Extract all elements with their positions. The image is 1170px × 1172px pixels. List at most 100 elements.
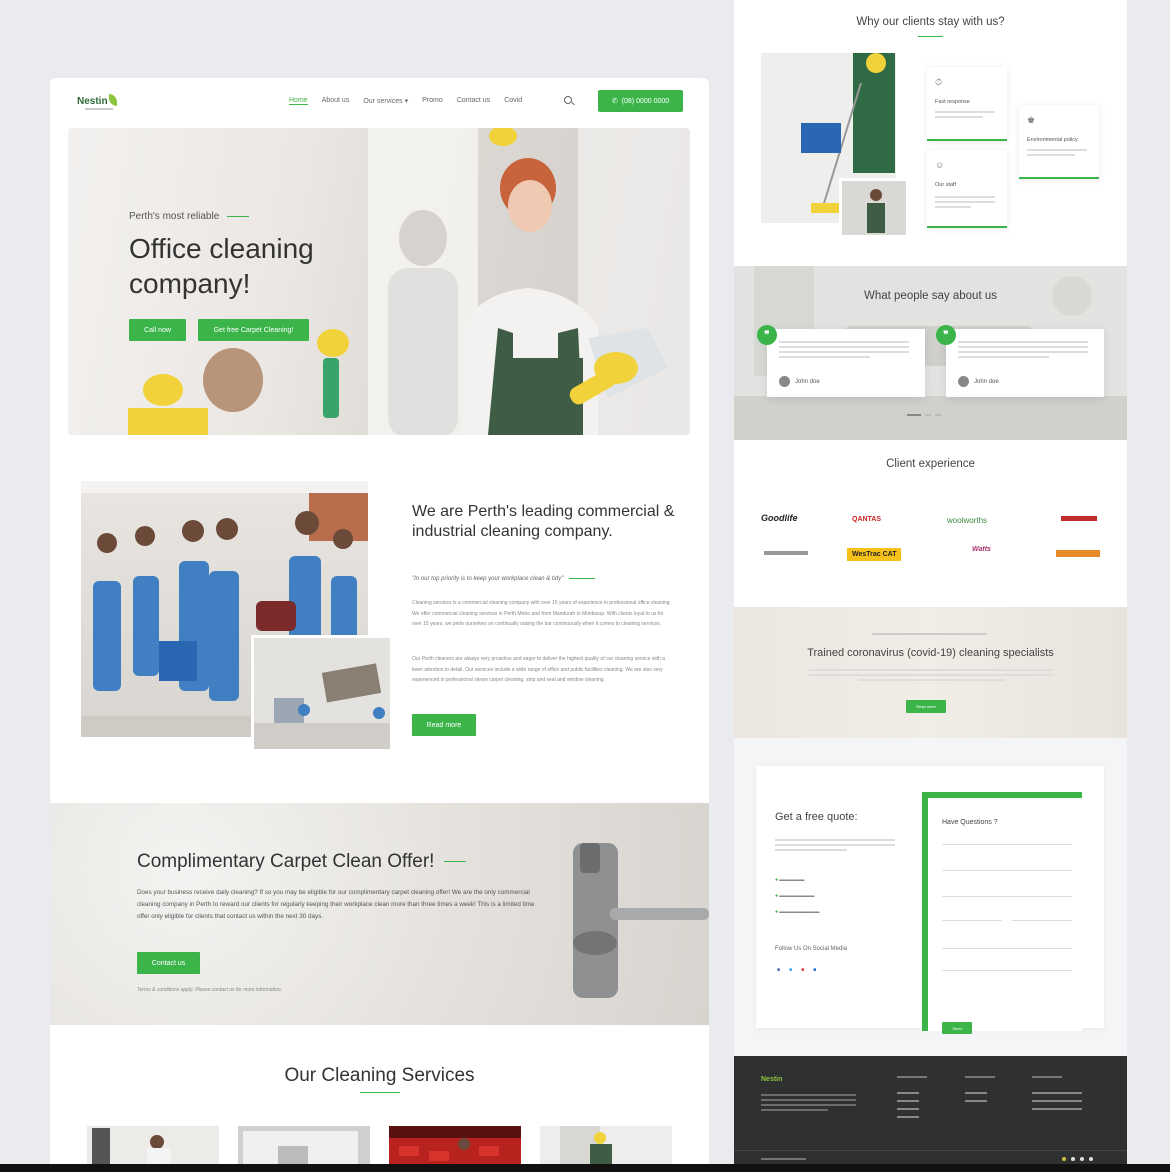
services-underline: [360, 1092, 400, 1093]
our-staff-card: ☺ Our staff: [927, 150, 1007, 228]
youtube-icon[interactable]: ■: [801, 967, 804, 973]
linkedin-icon[interactable]: [1089, 1157, 1093, 1161]
footer-col-links: [897, 1076, 927, 1081]
nav-about[interactable]: About us: [322, 97, 350, 105]
about-paragraph-1: Cleaning services is a commercial cleani…: [412, 600, 671, 627]
twitter-icon[interactable]: ■: [789, 967, 792, 973]
social-links: ■ ■ ■ ■: [777, 967, 816, 973]
call-button[interactable]: ✆ (08) 0000 0000: [598, 90, 683, 112]
email-field[interactable]: [942, 870, 1072, 871]
about-paragraph-2: Our Perth cleaners are always very proac…: [412, 656, 665, 683]
read-more-button[interactable]: Read more: [412, 714, 476, 736]
landing-page-main: Nestin Home About us Our services ▾ Prom…: [50, 78, 709, 1172]
covid-section: Trained coronavirus (covid-19) cleaning …: [734, 607, 1127, 738]
testimonial-name-1: John doe: [795, 379, 820, 385]
carpet-offer-section: Complimentary Carpet Clean Offer! Does y…: [50, 803, 709, 1025]
slider-dots[interactable]: [907, 414, 941, 416]
youtube-icon[interactable]: [1080, 1157, 1084, 1161]
client-logo-woolworths: woolworths: [947, 516, 988, 525]
footer-about: [761, 1094, 856, 1114]
name-field[interactable]: [942, 844, 1072, 845]
nav-promo[interactable]: Promo: [422, 97, 443, 105]
free-carpet-button[interactable]: Get free Carpet Cleaning!: [198, 319, 309, 341]
social-title: Follow Us On Social Media: [775, 946, 848, 952]
staff-icon: ☺: [935, 160, 945, 170]
twitter-icon[interactable]: [1071, 1157, 1075, 1161]
quote-section: Get a free quote: ● ▬▬▬▬▬ ● ▬▬▬▬▬▬▬ ● ▬▬…: [734, 738, 1127, 1056]
message-field[interactable]: [942, 970, 1072, 971]
client-logo-watts: Watts: [972, 546, 991, 553]
phone-field[interactable]: [942, 896, 1072, 897]
footer-contact-list[interactable]: [1032, 1092, 1082, 1113]
client-logo-qantas: QANTAS: [852, 516, 882, 523]
footer: Nestin: [734, 1056, 1127, 1172]
footer-area-list[interactable]: [965, 1092, 987, 1105]
quote-icon: ❞: [936, 325, 956, 345]
footer-logo[interactable]: Nestin: [761, 1076, 782, 1083]
about-title: We are Perth's leading commercial & indu…: [412, 503, 675, 540]
about-quote: "In our top priority is to keep your wor…: [412, 576, 595, 582]
phone-icon: ✆: [611, 98, 618, 105]
testimonial-text-2: [958, 341, 1088, 361]
why-title: Why our clients stay with us?: [856, 16, 1005, 28]
service-field[interactable]: [942, 948, 1072, 949]
office-illustration: [254, 638, 390, 749]
nav-contact[interactable]: Contact us: [457, 97, 490, 105]
covid-kicker: [872, 633, 987, 635]
send-button[interactable]: Send: [942, 1022, 972, 1034]
postcode-field[interactable]: [1012, 920, 1072, 921]
copyright: [761, 1158, 806, 1163]
logo[interactable]: Nestin: [77, 94, 117, 107]
testimonial-text-1: [779, 341, 909, 361]
fast-response-label: Fast response: [935, 99, 970, 105]
search-icon[interactable]: [564, 96, 572, 104]
main-menu: Home About us Our services ▾ Promo Conta…: [289, 97, 522, 105]
covid-text: [809, 669, 1054, 684]
testimonial-name-2: John doe: [974, 379, 999, 385]
quote-title: Get a free quote:: [775, 811, 858, 823]
email-row[interactable]: ● ▬▬▬▬▬▬▬: [775, 888, 819, 904]
why-section: Why our clients stay with us? ⏱ Fast res…: [734, 0, 1127, 266]
landing-page-continuation: Why our clients stay with us? ⏱ Fast res…: [734, 0, 1127, 1172]
phone-row[interactable]: ● ▬▬▬▬▬: [775, 872, 819, 888]
logo-tagline: [85, 108, 113, 110]
trophy-icon: ♚: [1027, 115, 1036, 125]
office-cleaning-photo: [251, 635, 393, 752]
nav-covid[interactable]: Covid: [504, 97, 522, 105]
why-underline: [918, 36, 943, 37]
top-nav: Nestin Home About us Our services ▾ Prom…: [50, 78, 709, 124]
quote-intro: [775, 839, 895, 854]
contact-form: Have Questions ? Send: [922, 792, 1082, 1034]
fast-response-card: ⏱ Fast response: [927, 67, 1007, 141]
testimonial-card-1: John doe: [767, 329, 925, 397]
leaf-icon: [108, 94, 117, 106]
facebook-icon[interactable]: [1062, 1157, 1066, 1161]
hero-banner: Perth's most reliable Office cleaning co…: [68, 128, 690, 435]
hero-kicker: Perth's most reliable: [129, 211, 249, 222]
testimonials-section: What people say about us John doe ❞ John…: [734, 266, 1127, 440]
environmental-policy-label: Environmental policy: [1027, 137, 1078, 143]
covid-read-more-button[interactable]: Read more: [906, 700, 946, 713]
environmental-policy-card: ♚ Environmental policy: [1019, 105, 1099, 179]
city-field[interactable]: [942, 920, 1002, 921]
client-logo-5: [1061, 516, 1097, 521]
footer-social: [1062, 1157, 1093, 1161]
linkedin-icon[interactable]: ■: [813, 967, 816, 973]
nav-home[interactable]: Home: [289, 97, 308, 105]
footer-col-contact: [1032, 1076, 1062, 1081]
nav-services[interactable]: Our services ▾: [363, 97, 408, 105]
carpet-text: Does your business receive daily cleanin…: [137, 889, 535, 920]
contact-us-button[interactable]: Contact us: [137, 952, 200, 974]
client-logo-7: [1056, 550, 1100, 557]
testimonial-card-2: John doe: [946, 329, 1104, 397]
phone-icon: ●: [775, 877, 779, 883]
clock-icon: ⏱: [935, 77, 943, 87]
avatar: [958, 376, 969, 387]
footer-col-areas: [965, 1076, 995, 1081]
nav-services-label: Our services: [363, 98, 403, 105]
environmental-policy-text: [1027, 149, 1087, 159]
call-now-button[interactable]: Call now: [129, 319, 186, 341]
facebook-icon[interactable]: ■: [777, 967, 780, 973]
footer-link-list[interactable]: [897, 1092, 919, 1121]
carpet-title: Complimentary Carpet Clean Offer!: [137, 851, 466, 873]
